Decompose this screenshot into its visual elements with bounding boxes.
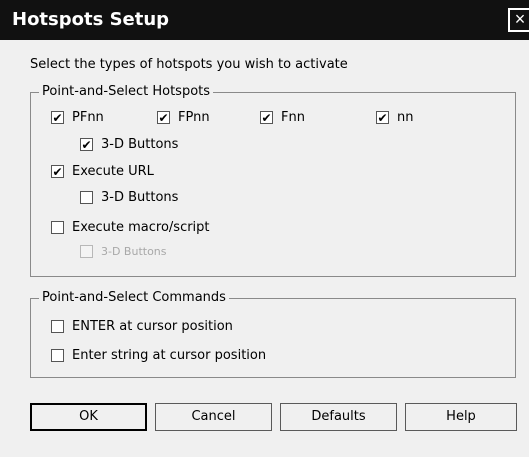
- macro-3d-buttons-checkbox: 3-D Buttons: [80, 245, 167, 258]
- close-button[interactable]: ×: [508, 8, 529, 32]
- fnn-label: Fnn: [281, 110, 305, 125]
- hotspots-group-title: Point-and-Select Hotspots: [39, 84, 214, 99]
- execute-url-checkbox-box[interactable]: ✔: [51, 165, 64, 178]
- url-3d-buttons-label: 3-D Buttons: [101, 190, 179, 205]
- execute-macro-checkbox-box[interactable]: [51, 221, 64, 234]
- macro-3d-buttons-checkbox-box: [80, 245, 93, 258]
- execute-url-checkbox[interactable]: ✔ Execute URL: [51, 164, 154, 179]
- macro-3d-buttons-label: 3-D Buttons: [101, 245, 167, 258]
- instruction-text: Select the types of hotspots you wish to…: [30, 57, 348, 72]
- pfnn-checkbox[interactable]: ✔ PFnn: [51, 110, 104, 125]
- enter-at-cursor-checkbox[interactable]: ENTER at cursor position: [51, 319, 233, 334]
- pfnn-label: PFnn: [72, 110, 104, 125]
- execute-macro-label: Execute macro/script: [72, 220, 210, 235]
- execute-macro-checkbox[interactable]: Execute macro/script: [51, 220, 210, 235]
- close-icon: ×: [514, 9, 526, 29]
- pf-3d-buttons-checkbox-box[interactable]: ✔: [80, 138, 93, 151]
- enter-at-cursor-label: ENTER at cursor position: [72, 319, 233, 334]
- enter-at-cursor-checkbox-box[interactable]: [51, 320, 64, 333]
- enter-string-label: Enter string at cursor position: [72, 348, 267, 363]
- pfnn-checkbox-box[interactable]: ✔: [51, 111, 64, 124]
- fnn-checkbox[interactable]: ✔ Fnn: [260, 110, 305, 125]
- fpnn-label: FPnn: [178, 110, 210, 125]
- enter-string-checkbox[interactable]: Enter string at cursor position: [51, 348, 266, 363]
- checkmark-icon: ✔: [52, 110, 63, 125]
- nn-label: nn: [397, 110, 414, 125]
- hotspots-setup-dialog: Hotspots Setup × Select the types of hot…: [0, 0, 529, 457]
- checkmark-icon: ✔: [261, 110, 272, 125]
- nn-checkbox[interactable]: ✔ nn: [376, 110, 413, 125]
- cancel-button[interactable]: Cancel: [155, 403, 272, 431]
- nn-checkbox-box[interactable]: ✔: [376, 111, 389, 124]
- commands-groupbox: Point-and-Select Commands: [30, 290, 516, 378]
- pf-3d-buttons-checkbox[interactable]: ✔ 3-D Buttons: [80, 137, 178, 152]
- fnn-checkbox-box[interactable]: ✔: [260, 111, 273, 124]
- ok-button[interactable]: OK: [30, 403, 147, 431]
- url-3d-buttons-checkbox[interactable]: 3-D Buttons: [80, 190, 178, 205]
- checkmark-icon: ✔: [158, 110, 169, 125]
- checkmark-icon: ✔: [81, 137, 92, 152]
- pf-3d-buttons-label: 3-D Buttons: [101, 137, 179, 152]
- checkmark-icon: ✔: [52, 164, 63, 179]
- fpnn-checkbox[interactable]: ✔ FPnn: [157, 110, 210, 125]
- defaults-button[interactable]: Defaults: [280, 403, 397, 431]
- enter-string-checkbox-box[interactable]: [51, 349, 64, 362]
- checkmark-icon: ✔: [377, 110, 388, 125]
- help-button[interactable]: Help: [405, 403, 517, 431]
- title-bar: Hotspots Setup ×: [0, 0, 529, 40]
- fpnn-checkbox-box[interactable]: ✔: [157, 111, 170, 124]
- window-title: Hotspots Setup: [12, 9, 170, 30]
- url-3d-buttons-checkbox-box[interactable]: [80, 191, 93, 204]
- commands-group-title: Point-and-Select Commands: [39, 290, 229, 305]
- execute-url-label: Execute URL: [72, 164, 154, 179]
